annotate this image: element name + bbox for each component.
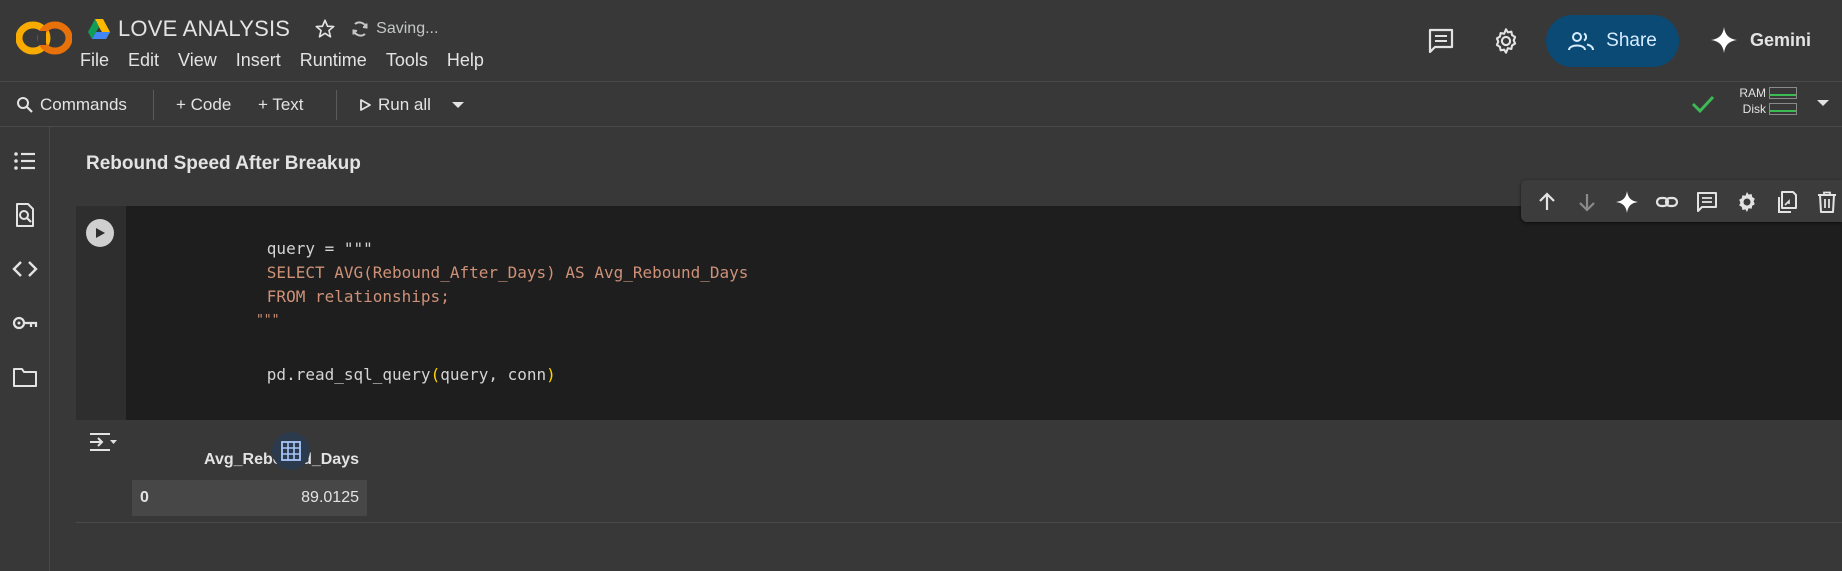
left-sidebar (0, 127, 50, 571)
saving-text: Saving... (376, 20, 439, 37)
menu-view[interactable]: View (178, 50, 217, 71)
move-down-icon[interactable] (1575, 190, 1599, 214)
title-row: LOVE ANALYSIS Saving... (88, 14, 438, 44)
menu-bar: File Edit View Insert Runtime Tools Help (80, 50, 503, 71)
cell-toolbar (1521, 180, 1842, 222)
settings-icon[interactable] (1735, 190, 1759, 214)
toolbar-separator (336, 90, 337, 120)
menu-tools[interactable]: Tools (386, 50, 428, 71)
star-icon[interactable] (314, 18, 336, 40)
move-up-icon[interactable] (1535, 190, 1559, 214)
menu-insert[interactable]: Insert (236, 50, 281, 71)
gear-icon[interactable] (1492, 27, 1520, 55)
section-heading[interactable]: Rebound Speed After Breakup (86, 153, 361, 175)
play-icon (96, 228, 105, 238)
table-cell: 89.0125 (168, 480, 367, 516)
people-icon (1568, 32, 1595, 51)
run-all-button[interactable]: Run all (358, 82, 431, 127)
play-outline-icon (360, 98, 371, 111)
output-actions-icon[interactable] (88, 430, 118, 454)
menu-help[interactable]: Help (447, 50, 484, 71)
share-label: Share (1606, 30, 1657, 51)
delete-icon[interactable] (1815, 190, 1839, 214)
code-cell[interactable]: query = """ SELECT AVG(Rebound_After_Day… (76, 206, 1842, 522)
files-folder-icon[interactable] (12, 364, 38, 390)
dataframe-table: Avg_Rebound_Days 0 89.0125 (132, 440, 367, 516)
code-token: pd.read_sql_query (266, 365, 431, 384)
comments-icon[interactable] (1427, 27, 1455, 53)
add-code-button[interactable]: + Code (176, 82, 231, 127)
row-index: 0 (132, 480, 168, 516)
menu-file[interactable]: File (80, 50, 109, 71)
connected-check-icon[interactable] (1690, 92, 1716, 116)
table-row: 0 89.0125 (132, 480, 367, 516)
index-header (132, 440, 168, 480)
secrets-key-icon[interactable] (12, 310, 38, 336)
add-text-button[interactable]: + Text (258, 82, 304, 127)
code-line-text: FROM relationships; (266, 287, 450, 306)
find-replace-icon[interactable] (12, 202, 38, 228)
run-all-dropdown-icon[interactable] (450, 99, 466, 111)
add-code-label: + Code (176, 94, 232, 114)
code-token: ) (546, 365, 556, 384)
resource-labels: RAM Disk (1728, 85, 1766, 117)
search-icon (17, 96, 33, 113)
table-header-row: Avg_Rebound_Days (132, 440, 367, 480)
run-all-label: Run all (378, 94, 431, 114)
code-token: ( (430, 365, 441, 384)
commands-label: Commands (40, 94, 127, 114)
ram-label: RAM (1739, 86, 1766, 100)
column-header: Avg_Rebound_Days (168, 440, 367, 480)
resource-meters[interactable] (1769, 87, 1797, 119)
gemini-sparkle-icon (1711, 27, 1737, 53)
code-line: pd.read_sql_query(query, conn) (209, 346, 556, 403)
gemini-label: Gemini (1750, 29, 1812, 50)
code-snippets-icon[interactable] (12, 256, 38, 282)
disk-label: Disk (1742, 102, 1766, 116)
run-cell-button[interactable] (86, 219, 114, 247)
code-line-text: """ (255, 313, 280, 328)
commands-button[interactable]: Commands (16, 82, 127, 127)
colab-logo[interactable] (16, 18, 72, 58)
comment-icon[interactable] (1695, 190, 1719, 214)
notebook-toolbar: Commands + Code + Text Run all (0, 82, 1842, 127)
app-header: LOVE ANALYSIS Saving... File Edit View I… (0, 0, 1842, 82)
ram-meter (1769, 87, 1797, 99)
chevron-down-icon[interactable] (1815, 98, 1831, 108)
table-of-contents-icon[interactable] (12, 148, 38, 174)
sync-icon (352, 21, 368, 37)
link-icon[interactable] (1655, 190, 1679, 214)
interactive-table-button[interactable] (272, 432, 310, 470)
code-editor[interactable]: query = """ SELECT AVG(Rebound_After_Day… (126, 206, 1842, 420)
toolbar-separator (153, 90, 154, 120)
cell-gutter (76, 206, 126, 420)
saving-status: Saving... (350, 19, 438, 39)
cell-output: Avg_Rebound_Days 0 89.0125 (76, 420, 1842, 522)
table-grid-icon (281, 441, 301, 461)
mirror-cell-icon[interactable] (1775, 190, 1799, 214)
share-button[interactable]: Share (1546, 15, 1679, 67)
add-text-label: + Text (258, 94, 304, 114)
gemini-button[interactable]: Gemini (1710, 26, 1811, 54)
code-token: query, conn (440, 365, 547, 384)
menu-edit[interactable]: Edit (128, 50, 159, 71)
gemini-sparkle-icon[interactable] (1615, 190, 1639, 214)
code-line: """ (209, 298, 279, 343)
cell-bottom-border (76, 522, 1842, 523)
google-drive-icon[interactable] (88, 19, 110, 39)
menu-runtime[interactable]: Runtime (300, 50, 367, 71)
notebook-title[interactable]: LOVE ANALYSIS (118, 16, 290, 42)
disk-meter (1769, 103, 1797, 115)
